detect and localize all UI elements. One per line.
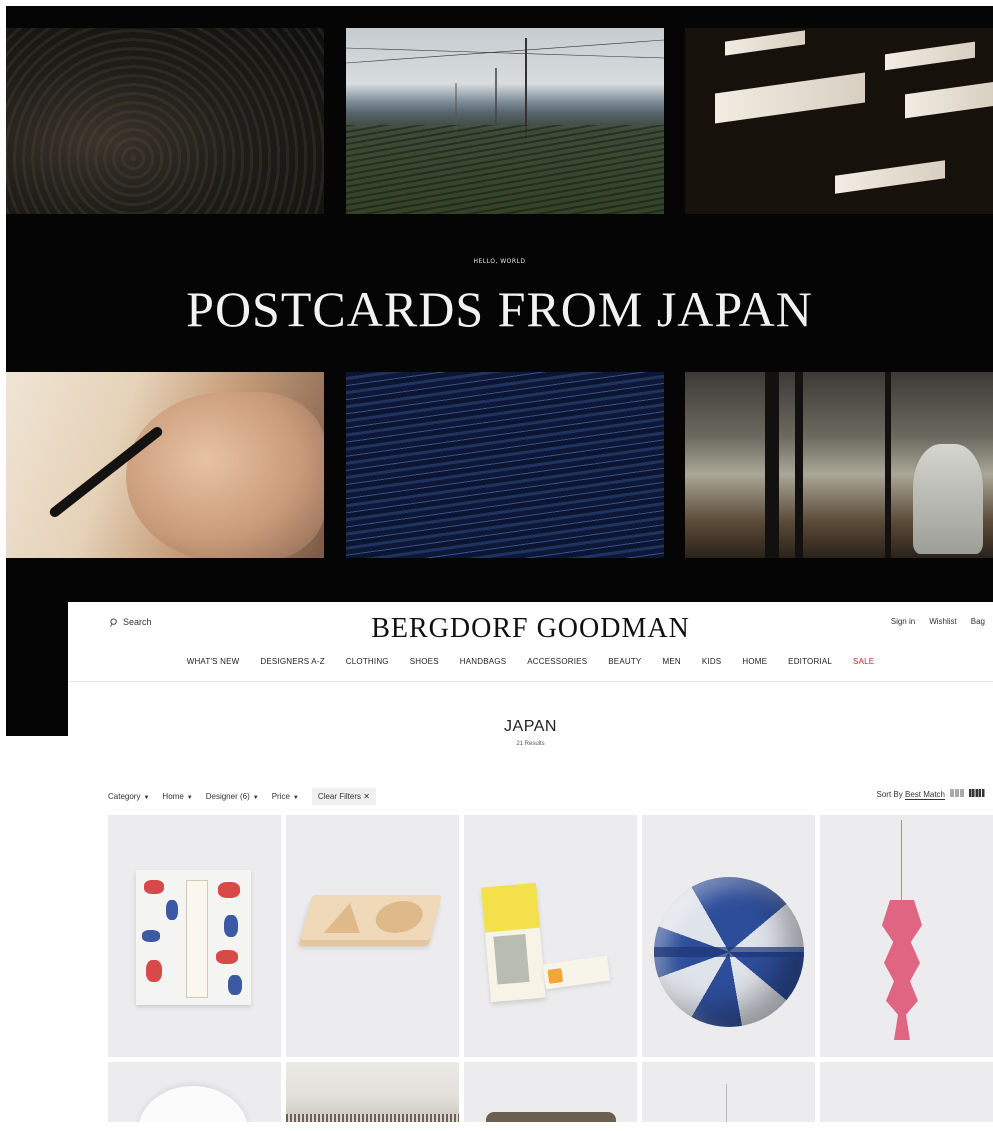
category-filter-label: Category [108, 792, 141, 801]
tea-set-product-image [481, 882, 546, 1003]
home-filter-label: Home [162, 792, 184, 801]
nav-accessories[interactable]: ACCESSORIES [527, 657, 587, 666]
nav-whats-new[interactable]: WHAT'S NEW [187, 657, 240, 666]
ocean-photo [346, 372, 664, 558]
light-shadow-photo [685, 28, 993, 214]
nav-handbags[interactable]: HANDBAGS [460, 657, 507, 666]
hero-title: POSTCARDS FROM JAPAN [186, 281, 813, 337]
hero-kicker: HELLO, WORLD [473, 258, 526, 265]
caret-down-icon: ▼ [292, 795, 299, 801]
hanging-product-image [726, 1084, 727, 1122]
product-card[interactable] [820, 1062, 993, 1122]
wishlist-link[interactable]: Wishlist [929, 617, 957, 626]
designer-filter-label: Designer (6) [205, 792, 250, 801]
sign-in-link[interactable]: Sign in [891, 617, 915, 626]
category-filter[interactable]: Category ▼ [108, 792, 149, 801]
product-card[interactable] [464, 1062, 637, 1122]
sort-control[interactable]: Sort By Best Match [876, 790, 945, 800]
caret-down-icon: ▼ [252, 795, 259, 801]
sort-label: Sort By [876, 790, 903, 799]
price-filter[interactable]: Price ▼ [272, 792, 299, 801]
product-card[interactable] [642, 1062, 815, 1122]
product-card[interactable] [108, 815, 281, 1057]
nav-home[interactable]: HOME [742, 657, 767, 666]
grid-5-icon[interactable] [969, 789, 985, 797]
nav-sale[interactable]: SALE [853, 657, 874, 666]
results-count: 21 Results [516, 741, 545, 747]
filter-bar: Category ▼ Home ▼ Designer (6) ▼ Price ▼ Cle… [108, 788, 376, 805]
nav-beauty[interactable]: BEAUTY [608, 657, 641, 666]
bowl-product-image [138, 1086, 248, 1122]
nav-shoes[interactable]: SHOES [410, 657, 439, 666]
brand-logo[interactable]: BERGDORF GOODMAN [68, 613, 993, 645]
product-card[interactable] [464, 815, 637, 1057]
bento-ball-product-image [654, 877, 804, 1027]
nav-clothing[interactable]: CLOTHING [346, 657, 389, 666]
page-title: JAPAN [504, 718, 557, 735]
nav-designers[interactable]: DESIGNERS A-Z [260, 657, 324, 666]
fabric-product-image [286, 1062, 459, 1122]
caret-down-icon: ▼ [143, 795, 150, 801]
grid-toggle [950, 789, 985, 797]
nav-kids[interactable]: KIDS [702, 657, 721, 666]
koinobori-product-image [882, 900, 922, 1040]
hanging-string [901, 820, 902, 902]
product-card[interactable] [820, 815, 993, 1057]
product-card[interactable] [286, 815, 459, 1057]
product-card[interactable] [108, 1062, 281, 1122]
tea-field-photo [346, 28, 664, 214]
header-divider [68, 681, 993, 682]
nav-editorial[interactable]: EDITORIAL [788, 657, 832, 666]
main-nav: WHAT'S NEW DESIGNERS A-Z CLOTHING SHOES … [68, 657, 993, 666]
clear-filters-button[interactable]: Clear Filters ✕ [311, 788, 376, 805]
sort-value[interactable]: Best Match [904, 790, 945, 800]
bag-link[interactable]: Bag [971, 617, 985, 626]
product-card[interactable] [642, 815, 815, 1057]
calligraphy-photo [6, 372, 324, 558]
caret-down-icon: ▼ [186, 795, 193, 801]
product-grid [108, 815, 993, 1122]
price-filter-label: Price [271, 792, 290, 801]
tea-packet-image [542, 955, 611, 990]
home-filter[interactable]: Home ▼ [162, 792, 192, 801]
designer-filter[interactable]: Designer (6) ▼ [206, 792, 259, 801]
forest-photo [6, 28, 324, 214]
nav-men[interactable]: MEN [662, 657, 680, 666]
utility-links: Sign in Wishlist Bag [891, 617, 985, 626]
towel-product-image [136, 870, 251, 1005]
cushion-product-image [486, 1112, 616, 1122]
workshop-photo [685, 372, 993, 558]
power-lines-icon [346, 38, 664, 138]
onigiri-tray-product-image [299, 895, 443, 940]
product-card[interactable] [286, 1062, 459, 1122]
grid-3-icon[interactable] [950, 789, 964, 797]
